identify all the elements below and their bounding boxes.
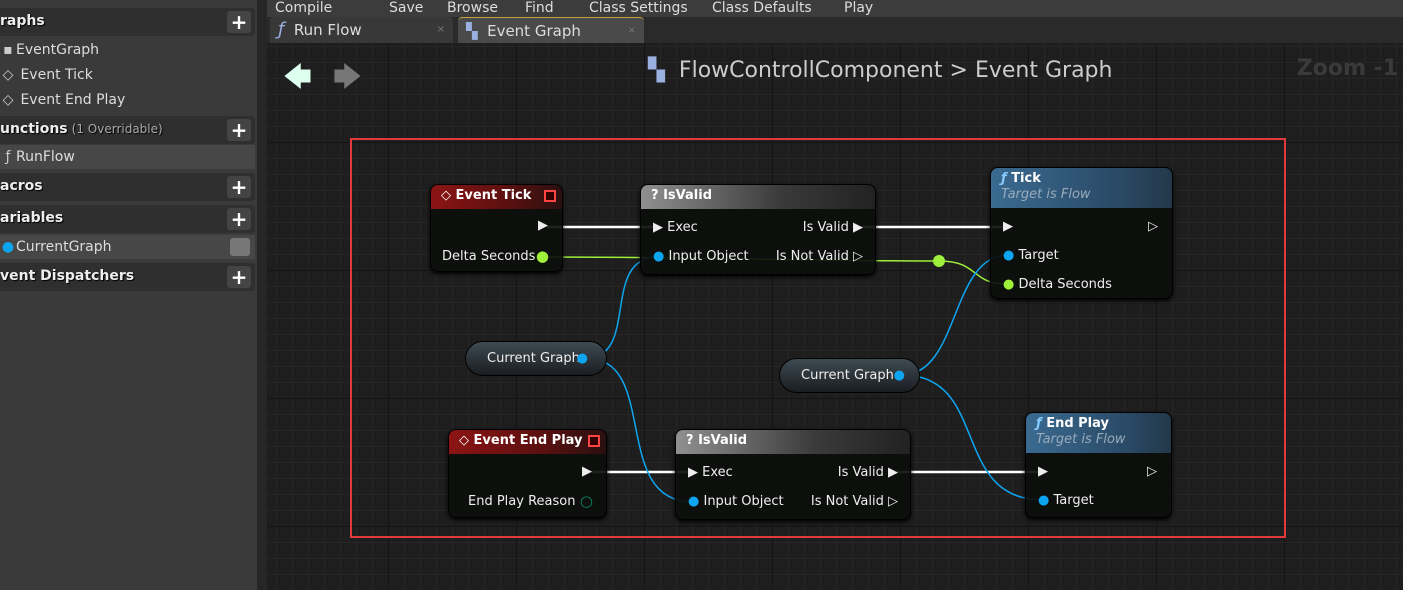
enum-pin[interactable]: ○ xyxy=(580,492,593,510)
object-pin[interactable]: ● xyxy=(577,342,588,375)
node-header: ◇ Event Tick xyxy=(431,185,562,209)
pin-label: Is Valid xyxy=(837,465,884,480)
current-graph-getter-node[interactable]: Current Graph ● xyxy=(465,341,607,376)
node-subtitle: Target is Flow xyxy=(1036,432,1126,447)
exec-in-pin[interactable]: ▶ xyxy=(1038,464,1048,479)
pin-label: Exec xyxy=(702,465,733,480)
node-header: ? IsValid xyxy=(641,185,875,209)
node-header: ƒ Tick Target is Flow xyxy=(991,168,1172,208)
pin-label: Is Valid xyxy=(802,220,849,235)
node-title: End Play xyxy=(1046,416,1109,431)
delta-seconds-pin[interactable]: ● Delta Seconds xyxy=(1003,277,1112,292)
node-header: ? IsValid xyxy=(676,430,910,454)
breakpoint-icon xyxy=(544,190,556,202)
object-pin[interactable]: ● xyxy=(894,359,905,392)
exec-out-pin[interactable]: ▶ xyxy=(538,218,548,233)
breakpoint-icon xyxy=(588,435,600,447)
node-title: Current Graph xyxy=(487,351,580,366)
pin-label: Is Not Valid xyxy=(775,249,849,264)
pin-label: End Play Reason xyxy=(468,494,576,509)
node-header: ◇ Event End Play xyxy=(449,430,606,454)
exec-in-pin[interactable]: ▶ Exec xyxy=(688,465,733,480)
node-header: ƒ End Play Target is Flow xyxy=(1026,413,1171,453)
pin-label: Target xyxy=(1018,248,1059,263)
pin-label: Delta Seconds xyxy=(1018,277,1112,292)
input-object-pin[interactable]: ● Input Object xyxy=(688,494,784,509)
pin-label: Delta Seconds xyxy=(442,249,536,264)
is-valid-pin[interactable]: Is Valid ▶ xyxy=(838,465,898,480)
exec-in-pin[interactable]: ▶ xyxy=(1003,219,1013,234)
is-not-valid-pin[interactable]: Is Not Valid ▷ xyxy=(776,249,863,264)
tick-function-node[interactable]: ƒ Tick Target is Flow ▶ ▷ ● Target ● Delt… xyxy=(990,167,1173,299)
end-play-function-node[interactable]: ƒ End Play Target is Flow ▶ ▷ ● Target xyxy=(1025,412,1172,518)
exec-out-pin[interactable]: ▷ xyxy=(1148,219,1158,234)
pin-label: Target xyxy=(1053,493,1094,508)
node-title: Tick xyxy=(1011,171,1041,186)
pin-label: Input Object xyxy=(668,249,749,264)
target-pin[interactable]: ● Target xyxy=(1038,493,1094,508)
function-icon: ƒ xyxy=(1001,171,1007,186)
current-graph-getter-node[interactable]: Current Graph ● xyxy=(779,358,920,393)
pin-label: Input Object xyxy=(703,494,784,509)
exec-out-pin[interactable]: ▷ xyxy=(1147,464,1157,479)
exec-in-pin[interactable]: ▶ Exec xyxy=(653,220,698,235)
pin-label: Is Not Valid xyxy=(810,494,884,509)
target-pin[interactable]: ● Target xyxy=(1003,248,1059,263)
pin-label: Exec xyxy=(667,220,698,235)
node-title: Event Tick xyxy=(455,188,532,203)
node-title: IsValid xyxy=(698,433,747,448)
node-title: IsValid xyxy=(663,188,712,203)
isvalid-node[interactable]: ? IsValid ▶ Exec ● Input Object Is Valid… xyxy=(675,429,911,520)
object-wire xyxy=(901,374,1044,501)
is-not-valid-pin[interactable]: Is Not Valid ▷ xyxy=(811,494,898,509)
node-title: Event End Play xyxy=(473,433,583,448)
exec-out-pin[interactable]: ▶ xyxy=(582,464,592,479)
reroute-knot xyxy=(933,255,945,267)
input-object-pin[interactable]: ● Input Object xyxy=(653,249,749,264)
float-pin[interactable]: ● xyxy=(536,247,549,265)
isvalid-node[interactable]: ? IsValid ▶ Exec ● Input Object Is Valid… xyxy=(640,184,876,275)
function-icon: ƒ xyxy=(1036,416,1042,431)
node-subtitle: Target is Flow xyxy=(1001,187,1091,202)
event-end-play-node[interactable]: ◇ Event End Play ▶ End Play Reason ○ xyxy=(448,429,607,518)
node-title: Current Graph xyxy=(801,368,894,383)
event-tick-node[interactable]: ◇ Event Tick ▶ Delta Seconds ● xyxy=(430,184,563,272)
is-valid-pin[interactable]: Is Valid ▶ xyxy=(803,220,863,235)
